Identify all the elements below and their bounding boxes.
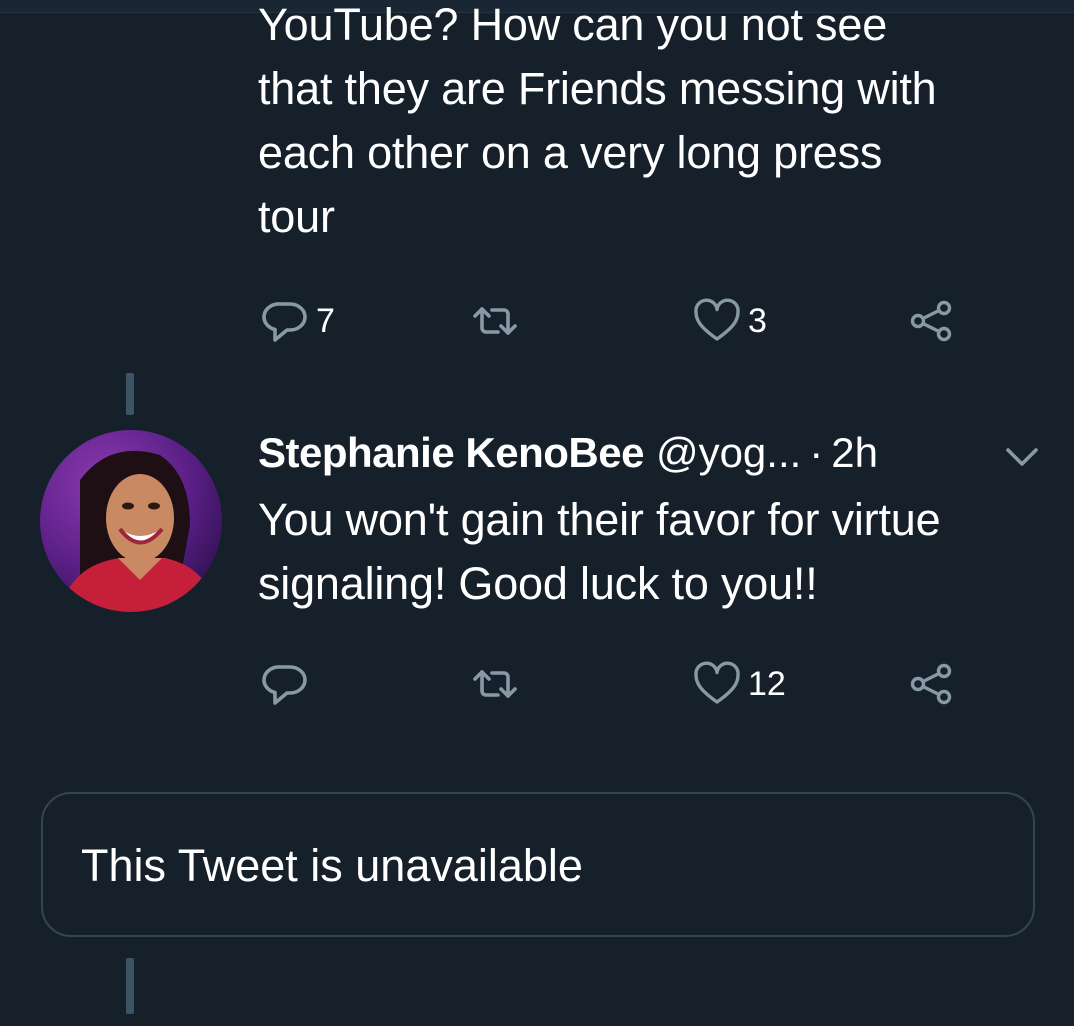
like-button[interactable]: 3 <box>690 293 767 349</box>
heart-icon <box>690 294 744 348</box>
tweet-header: Stephanie KenoBee @yog... · 2h <box>258 423 878 483</box>
share-button[interactable] <box>904 656 958 712</box>
heart-icon <box>690 657 744 711</box>
tweet-text: YouTube? How can you not see that they a… <box>258 0 937 242</box>
reply-button[interactable]: 7 <box>258 293 335 349</box>
reply-icon <box>258 657 312 711</box>
timestamp[interactable]: 2h <box>831 429 878 477</box>
share-icon <box>904 657 958 711</box>
retweet-icon <box>468 294 522 348</box>
share-button[interactable] <box>904 293 958 349</box>
retweet-button[interactable] <box>468 656 526 712</box>
reply-count: 7 <box>316 302 335 340</box>
retweet-button[interactable] <box>468 293 526 349</box>
tweet-text: You won't gain their favor for virtue si… <box>258 494 941 609</box>
tweet-actions: 7 3 <box>258 293 978 349</box>
share-icon <box>904 294 958 348</box>
retweet-icon <box>468 657 522 711</box>
thread-line <box>126 958 134 1014</box>
display-name[interactable]: Stephanie KenoBee <box>258 429 644 477</box>
reply-button[interactable] <box>258 656 316 712</box>
thread-line <box>126 373 134 415</box>
like-count: 3 <box>748 302 767 340</box>
chevron-down-icon <box>1000 448 1044 480</box>
unavailable-message: This Tweet is unavailable <box>81 840 583 891</box>
tweet-actions: 12 <box>258 656 978 712</box>
more-options-button[interactable] <box>1000 440 1044 476</box>
like-button[interactable]: 12 <box>690 656 786 712</box>
separator-dot: · <box>809 429 824 476</box>
avatar[interactable] <box>40 430 222 612</box>
like-count: 12 <box>748 665 786 703</box>
user-handle[interactable]: @yog... <box>656 429 801 477</box>
reply-icon <box>258 294 312 348</box>
unavailable-tweet-card[interactable]: This Tweet is unavailable <box>41 792 1035 937</box>
